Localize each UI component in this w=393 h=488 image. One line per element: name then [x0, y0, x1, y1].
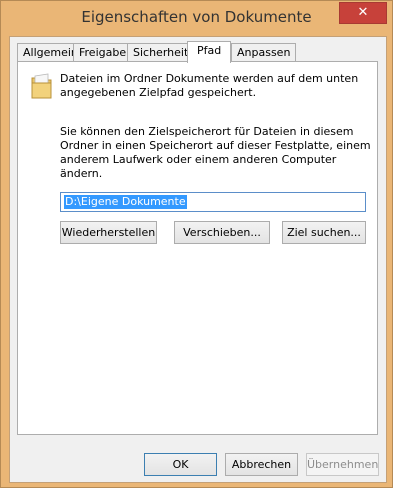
tab-anpassen[interactable]: Anpassen: [231, 43, 297, 61]
close-button[interactable]: ✕: [339, 2, 387, 24]
info-text: Sie können den Zielspeicherort für Datei…: [60, 125, 371, 180]
window-title: Eigenschaften von Dokumente: [81, 8, 312, 26]
close-icon: ✕: [357, 5, 369, 20]
pfad-tab-panel: Dateien im Ordner Dokumente werden auf d…: [17, 61, 378, 435]
ok-button[interactable]: OK: [144, 453, 217, 476]
title-bar[interactable]: Eigenschaften von Dokumente ✕: [1, 1, 392, 35]
cancel-button[interactable]: Abbrechen: [225, 453, 298, 476]
apply-button[interactable]: Übernehmen: [306, 453, 379, 476]
find-target-button[interactable]: Ziel suchen...: [282, 221, 366, 244]
move-button[interactable]: Verschieben...: [174, 221, 270, 244]
dialog-client-area: Allgemein Freigabe Sicherheit Pfad Anpas…: [9, 36, 387, 483]
restore-button[interactable]: Wiederherstellen: [60, 221, 157, 244]
tab-freigabe[interactable]: Freigabe: [73, 43, 133, 61]
folder-icon: [31, 73, 52, 99]
properties-window: Eigenschaften von Dokumente ✕ Allgemein …: [0, 0, 393, 488]
path-input[interactable]: D:\Eigene Dokumente: [60, 192, 366, 212]
tab-pfad[interactable]: Pfad: [187, 41, 232, 63]
tab-sicherheit[interactable]: Sicherheit: [127, 43, 195, 61]
description-text: Dateien im Ordner Dokumente werden auf d…: [60, 72, 359, 99]
path-value: D:\Eigene Dokumente: [64, 195, 187, 209]
